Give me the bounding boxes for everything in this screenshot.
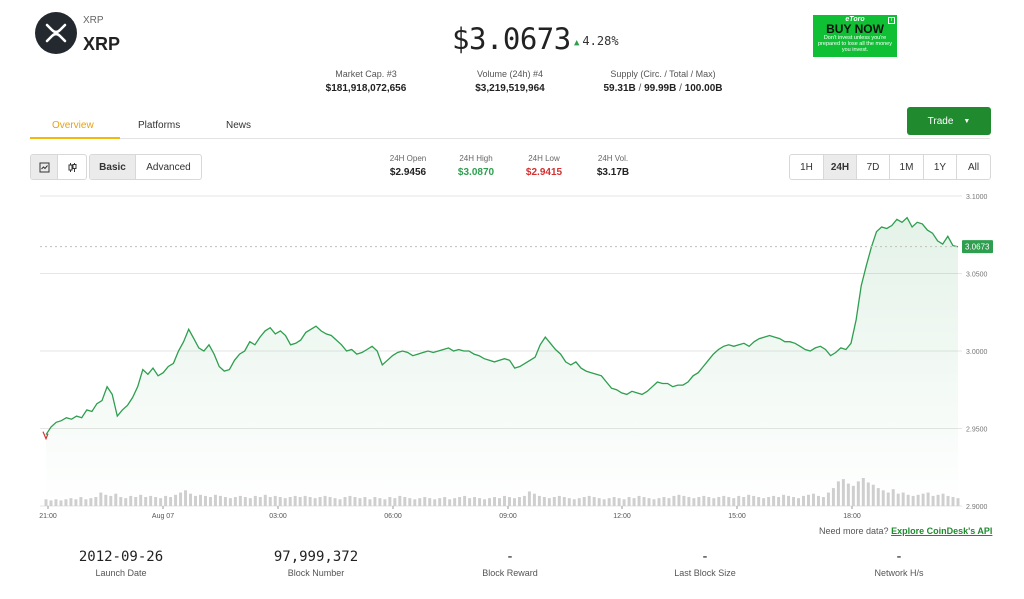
network-hs-value: - <box>894 549 904 565</box>
block-reward-stat: - Block Reward <box>435 549 585 578</box>
etoro-ad-banner[interactable]: i eToro BUY NOW Don't invest unless you'… <box>813 15 897 57</box>
volume-label: Volume (24h) #4 <box>476 69 544 79</box>
ad-disclaimer: Don't invest unless you're prepared to l… <box>818 35 892 53</box>
range-7d[interactable]: 7D <box>857 155 890 179</box>
ad-cta: BUY NOW <box>826 22 884 36</box>
supply-sep-1: / <box>638 83 642 94</box>
ohlc-low-label: 24H Low <box>528 154 560 163</box>
x-tick-label: 15:00 <box>728 513 746 520</box>
section-tabs: Overview Platforms News <box>30 110 990 139</box>
more-data-text: Need more data? <box>819 526 889 536</box>
tab-overview[interactable]: Overview <box>52 120 94 131</box>
trade-button[interactable]: Trade ▼ <box>907 107 991 135</box>
x-tick-label: 12:00 <box>613 513 631 520</box>
block-reward-value: - <box>505 549 515 565</box>
block-reward-label: Block Reward <box>482 568 538 578</box>
x-tick-label: 21:00 <box>39 513 57 520</box>
launch-date-value: 2012-09-26 <box>78 549 164 565</box>
range-1y[interactable]: 1Y <box>924 155 957 179</box>
ohlc-low-value: $2.9415 <box>525 167 563 178</box>
xrp-logo-icon <box>35 12 77 54</box>
ohlc-high-value: $3.0870 <box>457 167 495 178</box>
last-block-size-label: Last Block Size <box>674 568 736 578</box>
block-number-label: Block Number <box>287 568 345 578</box>
ohlc-open-value: $2.9456 <box>389 167 427 178</box>
basic-mode-button[interactable]: Basic <box>90 155 136 179</box>
y-tick-label: 3.1000 <box>966 194 988 201</box>
supply-sep-2: / <box>679 83 682 94</box>
network-hs-label: Network H/s <box>874 568 924 578</box>
chart-style-toggle <box>30 154 87 180</box>
mode-toggle: Basic Advanced <box>89 154 202 180</box>
market-cap-stat: Market Cap. #3 $181,918,072,656 <box>306 69 426 94</box>
current-price-tag: 3.0673 <box>962 240 993 254</box>
tab-news[interactable]: News <box>226 120 251 131</box>
x-tick-label: 06:00 <box>384 513 402 520</box>
x-tick-label: 09:00 <box>499 513 517 520</box>
y-tick-label: 3.0500 <box>966 272 988 279</box>
ohlc-low: 24H Low $2.9415 <box>514 154 574 178</box>
current-price: $3.0673 <box>452 22 571 56</box>
y-tick-label: 2.9500 <box>966 427 988 434</box>
price-change-value: 4.28% <box>582 34 619 48</box>
trade-button-label: Trade <box>927 115 954 127</box>
volume-stat: Volume (24h) #4 $3,219,519,964 <box>460 69 560 94</box>
range-1h[interactable]: 1H <box>790 155 824 179</box>
x-tick-label: 03:00 <box>269 513 287 520</box>
candlestick-icon[interactable] <box>58 155 86 179</box>
ohlc-high-label: 24H High <box>459 154 493 163</box>
x-tick-label: Aug 07 <box>152 513 174 520</box>
launch-date-label: Launch Date <box>95 568 147 578</box>
supply-value: 59.31B / 99.99B / 100.00B <box>598 83 728 94</box>
supply-circ: 59.31B <box>603 83 636 94</box>
block-number-value: 97,999,372 <box>273 549 359 565</box>
x-tick-label: 18:00 <box>843 513 861 520</box>
explore-api-link[interactable]: Explore CoinDesk's API <box>891 526 992 536</box>
supply-label: Supply (Circ. / Total / Max) <box>610 69 716 79</box>
y-tick-label: 3.0000 <box>966 349 988 356</box>
ohlc-open: 24H Open $2.9456 <box>378 154 438 178</box>
coin-name: XRP <box>83 34 121 54</box>
ad-info-icon[interactable]: i <box>888 17 895 24</box>
up-triangle-icon: ▲ <box>574 38 580 48</box>
last-block-size-stat: - Last Block Size <box>630 549 780 578</box>
last-block-size-value: - <box>700 549 710 565</box>
time-range-selector: 1H 24H 7D 1M 1Y All <box>789 154 991 180</box>
range-1m[interactable]: 1M <box>890 155 924 179</box>
coin-symbol: XRP <box>83 15 104 26</box>
line-chart-icon[interactable] <box>31 155 58 179</box>
supply-max: 100.00B <box>684 83 723 94</box>
supply-stat: Supply (Circ. / Total / Max) 59.31B / 99… <box>598 69 728 94</box>
ohlc-open-label: 24H Open <box>389 154 427 163</box>
range-all[interactable]: All <box>957 155 990 179</box>
active-tab-indicator <box>30 137 120 139</box>
current-price-label: 3.0673 <box>965 243 990 252</box>
market-cap-label: Market Cap. #3 <box>335 69 397 79</box>
supply-total: 99.99B <box>644 83 677 94</box>
price-area-fill <box>46 217 958 506</box>
network-hs-stat: - Network H/s <box>824 549 974 578</box>
ohlc-vol-value: $3.17B <box>596 167 630 178</box>
market-cap-value: $181,918,072,656 <box>325 83 407 94</box>
advanced-mode-button[interactable]: Advanced <box>136 155 201 179</box>
block-number-stat: 97,999,372 Block Number <box>241 549 391 578</box>
ohlc-vol-label: 24H Vol. <box>597 154 629 163</box>
more-data-note: Need more data? Explore CoinDesk's API <box>819 526 992 536</box>
launch-date-stat: 2012-09-26 Launch Date <box>46 549 196 578</box>
y-tick-label: 2.9000 <box>966 504 988 511</box>
price-change: ▲ 4.28% <box>574 34 619 48</box>
volume-value: $3,219,519,964 <box>475 83 545 94</box>
price-chart[interactable]: 3.1000 3.0500 3.0000 2.9500 2.9000 21:00 Aug … <box>0 186 1024 524</box>
range-24h[interactable]: 24H <box>824 155 857 179</box>
tab-platforms[interactable]: Platforms <box>138 120 180 131</box>
ohlc-high: 24H High $3.0870 <box>446 154 506 178</box>
caret-down-icon: ▼ <box>963 117 971 125</box>
ohlc-vol: 24H Vol. $3.17B <box>583 154 643 178</box>
